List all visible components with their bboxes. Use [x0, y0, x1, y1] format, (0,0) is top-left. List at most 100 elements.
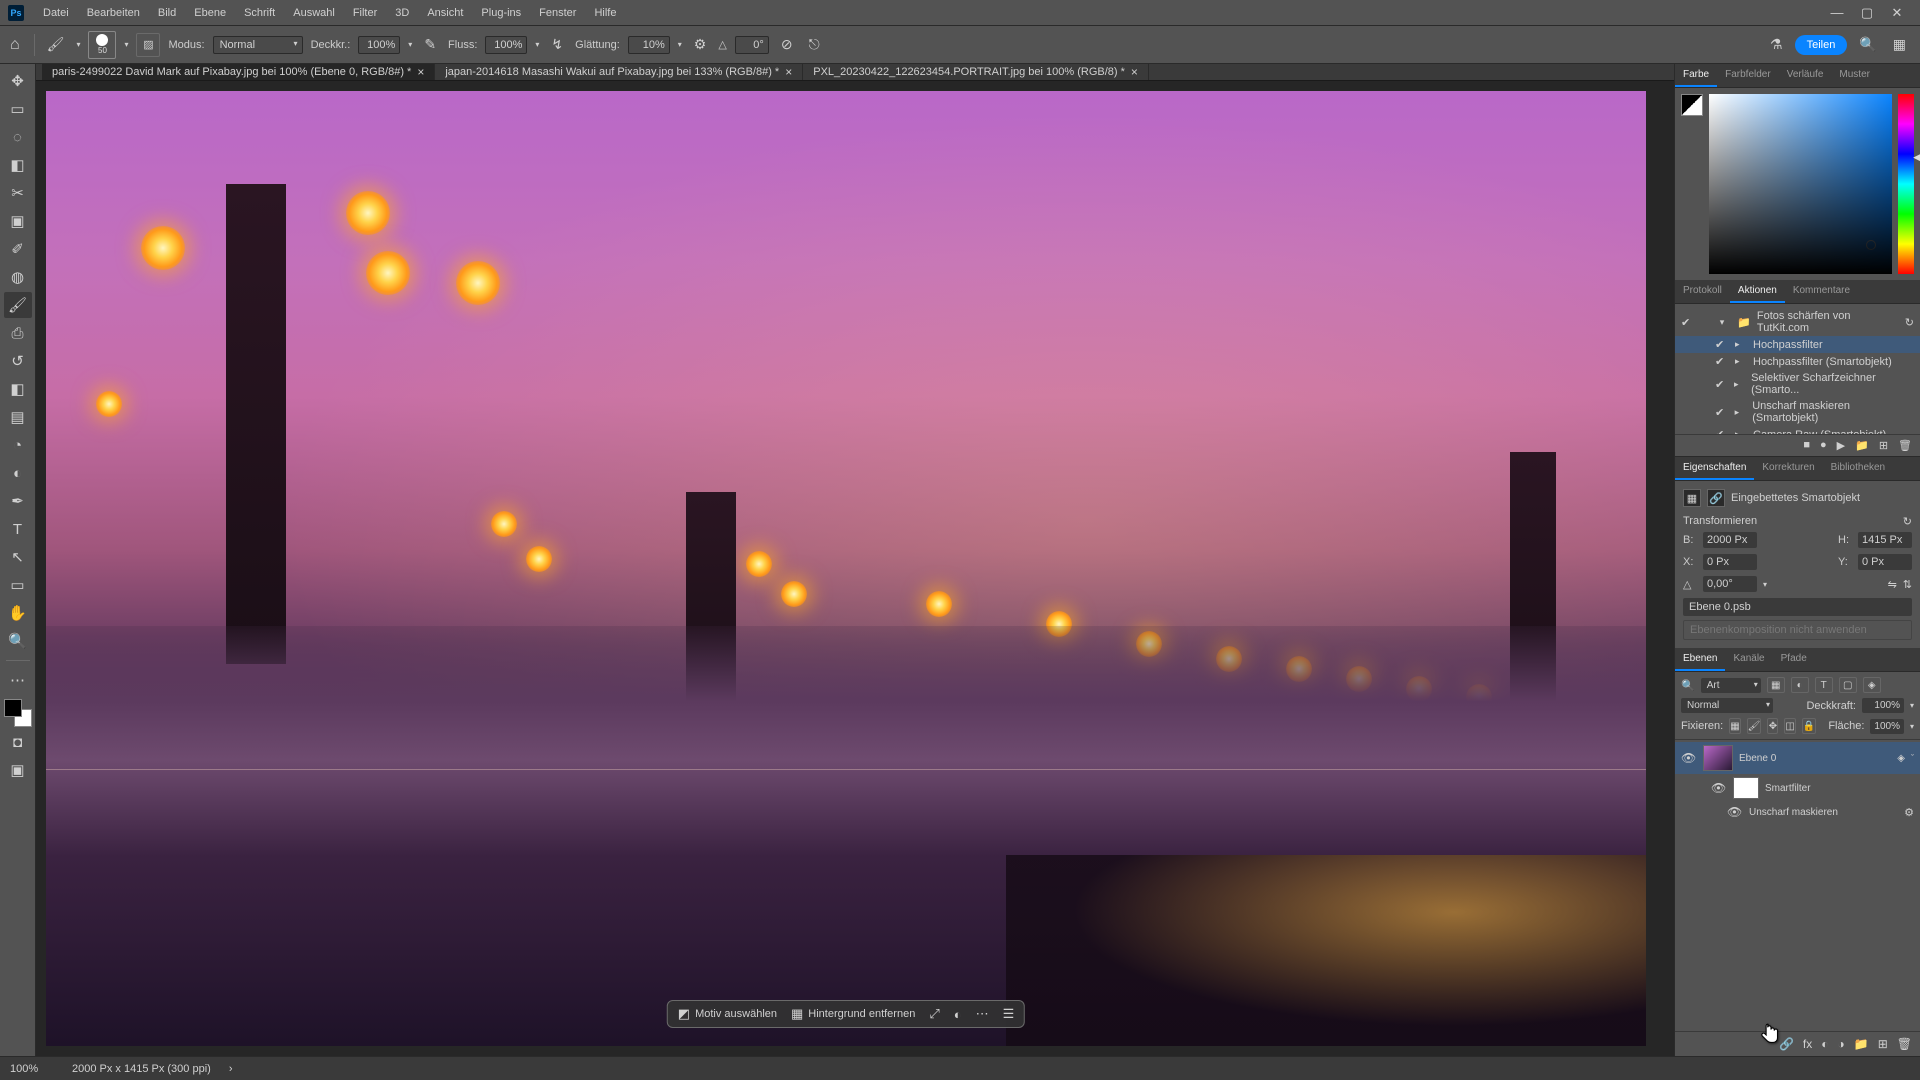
window-close[interactable]: ✕	[1882, 5, 1912, 21]
document-tab-3[interactable]: PXL_20230422_122623454.PORTRAIT.jpg bei …	[803, 64, 1149, 80]
filter-kind-dropdown[interactable]: Art	[1701, 678, 1761, 693]
filter-shape-icon[interactable]: ▢	[1839, 677, 1857, 693]
tab-libraries[interactable]: Bibliotheken	[1823, 457, 1893, 480]
lock-paint-icon[interactable]: 🖌	[1747, 718, 1762, 734]
share-button[interactable]: Teilen	[1795, 35, 1848, 55]
opacity-dropdown[interactable]: ▾	[408, 40, 412, 49]
embedded-file-name[interactable]: Ebene 0.psb	[1683, 598, 1912, 616]
home-icon[interactable]: ⌂	[10, 36, 20, 54]
crop-tool[interactable]: ✂	[4, 180, 32, 206]
tab-swatches[interactable]: Farbfelder	[1717, 64, 1779, 87]
search-icon[interactable]: 🔍	[1855, 36, 1880, 53]
hue-slider[interactable]: ◀	[1898, 94, 1914, 274]
workspace-icon[interactable]: ▦	[1889, 36, 1910, 53]
blend-mode-dropdown[interactable]: Normal	[213, 36, 303, 54]
brush-tool[interactable]: 🖌	[4, 292, 32, 318]
pen-tool[interactable]: ✒	[4, 488, 32, 514]
visibility-icon[interactable]: 👁	[1681, 751, 1697, 765]
menu-3d[interactable]: 3D	[386, 7, 418, 19]
stamp-tool[interactable]: ⎙	[4, 320, 32, 346]
beaker-icon[interactable]: ⚗	[1766, 36, 1787, 53]
tab-paths[interactable]: Pfade	[1773, 648, 1815, 671]
action-item[interactable]: ✔▸Selektiver Scharfzeichner (Smarto...	[1675, 370, 1920, 398]
flip-h-icon[interactable]: ⇋	[1888, 578, 1897, 591]
filter-blend-icon[interactable]: ⚙	[1904, 806, 1914, 819]
menu-window[interactable]: Fenster	[530, 7, 585, 19]
shape-tool[interactable]: ▭	[4, 572, 32, 598]
brush-preset-picker[interactable]: 50	[88, 31, 116, 59]
angle-input[interactable]: 0,00°	[1703, 576, 1757, 592]
layer-row[interactable]: 👁 Ebene 0 ◈ ˇ	[1675, 742, 1920, 774]
color-field[interactable]	[1709, 94, 1892, 274]
menu-view[interactable]: Ansicht	[418, 7, 472, 19]
properties-icon[interactable]: ☰	[1003, 1006, 1015, 1022]
layer-mask-icon[interactable]: ◐	[1821, 1037, 1828, 1051]
status-arrow-icon[interactable]: ›	[229, 1063, 233, 1075]
brush-tool-icon[interactable]: 🖌	[43, 36, 69, 53]
document-tab-2[interactable]: japan-2014618 Masashi Wakui auf Pixabay.…	[435, 64, 803, 80]
new-group-icon[interactable]: 📁	[1854, 1037, 1869, 1051]
menu-select[interactable]: Auswahl	[284, 7, 344, 19]
smoothing-options-icon[interactable]: ⚙	[690, 36, 711, 53]
layer-opacity-input[interactable]: 100%	[1862, 698, 1904, 713]
new-layer-icon[interactable]: ⊞	[1878, 1037, 1888, 1051]
zoom-tool[interactable]: 🔍	[4, 628, 32, 654]
object-select-tool[interactable]: ◧	[4, 152, 32, 178]
brush-settings-button[interactable]: ▨	[136, 33, 160, 57]
menu-layer[interactable]: Ebene	[185, 7, 235, 19]
tab-gradients[interactable]: Verläufe	[1779, 64, 1832, 87]
color-fg-bg-swatch[interactable]	[1681, 94, 1703, 116]
layer-thumbnail[interactable]	[1703, 745, 1733, 771]
opacity-input[interactable]: 100%	[358, 36, 400, 54]
action-record-icon[interactable]: ●	[1820, 439, 1827, 452]
menu-image[interactable]: Bild	[149, 7, 185, 19]
height-input[interactable]: 1415 Px	[1858, 532, 1912, 548]
brush-preset-dropdown[interactable]: ▾	[124, 40, 128, 49]
lock-nest-icon[interactable]: ◫	[1784, 718, 1795, 734]
frame-tool[interactable]: ▣	[4, 208, 32, 234]
layer-fx-icon[interactable]: fx	[1803, 1037, 1812, 1051]
healing-tool[interactable]: ◍	[4, 264, 32, 290]
quick-mask[interactable]: ◘	[4, 729, 32, 755]
action-stop-icon[interactable]: ■	[1803, 439, 1810, 452]
close-icon[interactable]: ×	[1131, 65, 1138, 79]
tab-actions[interactable]: Aktionen	[1730, 280, 1785, 303]
tab-patterns[interactable]: Muster	[1831, 64, 1878, 87]
marquee-tool[interactable]: ▭	[4, 96, 32, 122]
link-layers-icon[interactable]: 🔗	[1779, 1037, 1794, 1051]
pressure-opacity-icon[interactable]: ✎	[420, 36, 440, 53]
more-icon[interactable]: ⋯	[976, 1006, 989, 1022]
angle-input[interactable]: 0°	[735, 36, 769, 54]
transform-icon[interactable]: ⤢	[929, 1006, 939, 1022]
hand-tool[interactable]: ✋	[4, 600, 32, 626]
window-minimize[interactable]: —	[1822, 5, 1852, 20]
eraser-tool[interactable]: ◧	[4, 376, 32, 402]
lock-all-icon[interactable]: 🔒	[1802, 718, 1816, 734]
filter-smart-icon[interactable]: ◈	[1863, 677, 1881, 693]
lock-transparent-icon[interactable]: ▦	[1729, 718, 1740, 734]
select-subject-button[interactable]: ◩Motiv auswählen	[678, 1006, 777, 1022]
airbrush-icon[interactable]: ↯	[547, 36, 567, 53]
remove-background-button[interactable]: ▦Hintergrund entfernen	[791, 1006, 915, 1022]
layer-blend-dropdown[interactable]: Normal	[1681, 698, 1773, 713]
visibility-icon[interactable]: 👁	[1711, 781, 1727, 795]
action-delete-icon[interactable]: 🗑	[1898, 439, 1912, 452]
pressure-size-icon[interactable]: ⊘	[777, 36, 797, 53]
gradient-tool[interactable]: ▤	[4, 404, 32, 430]
action-new-icon[interactable]: ⊞	[1879, 439, 1888, 452]
type-tool[interactable]: T	[4, 516, 32, 542]
action-set[interactable]: ✔▾📁Fotos schärfen von TutKit.com↻	[1675, 308, 1920, 336]
document-tab-1[interactable]: paris-2499022 David Mark auf Pixabay.jpg…	[42, 64, 435, 80]
lock-position-icon[interactable]: ✥	[1767, 718, 1778, 734]
path-tool[interactable]: ↖	[4, 544, 32, 570]
adjustment-layer-icon[interactable]: ◑	[1838, 1037, 1845, 1051]
filter-pixel-icon[interactable]: ▦	[1767, 677, 1785, 693]
action-item[interactable]: ✔▸Hochpassfilter (Smartobjekt)	[1675, 353, 1920, 370]
smartfilter-row[interactable]: 👁 Smartfilter	[1675, 774, 1920, 802]
color-swatches[interactable]	[4, 699, 32, 727]
menu-help[interactable]: Hilfe	[585, 7, 625, 19]
tool-preset-dropdown[interactable]: ▾	[76, 40, 80, 49]
action-new-set-icon[interactable]: 📁	[1855, 439, 1869, 452]
lasso-tool[interactable]: ◌	[4, 124, 32, 150]
adjustment-icon[interactable]: ◐	[954, 1007, 962, 1022]
